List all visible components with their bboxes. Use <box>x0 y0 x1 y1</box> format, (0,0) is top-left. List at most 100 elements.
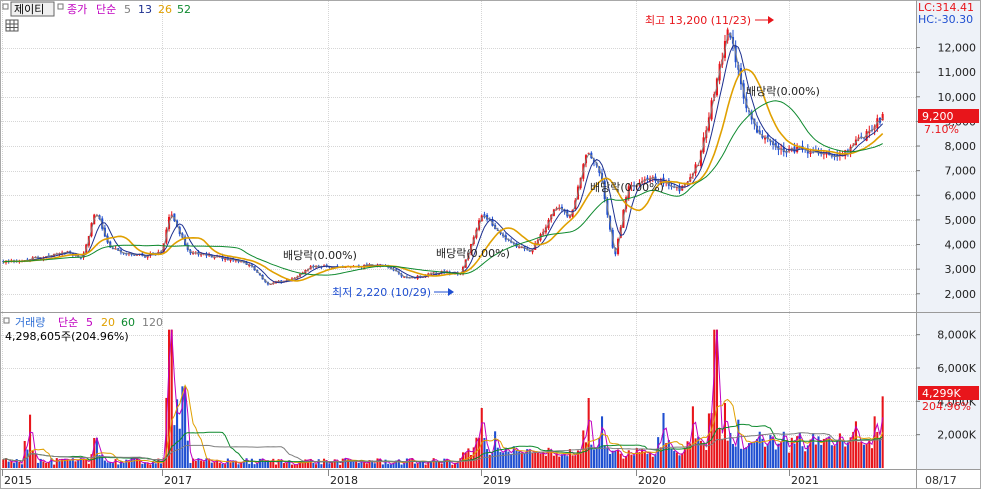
volume-bar <box>515 450 518 468</box>
volume-bar <box>21 464 24 468</box>
volume-bar <box>870 448 874 468</box>
table-grid-icon[interactable] <box>5 19 19 32</box>
volume-bar <box>523 453 526 468</box>
volume-bar <box>114 459 117 468</box>
volume-bar <box>58 460 61 468</box>
volume-bar <box>7 461 10 468</box>
price-change-text: 7.10% <box>924 123 959 136</box>
volume-bar <box>774 449 777 468</box>
simple-label: 단순 <box>96 3 116 16</box>
volume-bar <box>742 448 745 468</box>
volume-bar <box>619 453 622 468</box>
volume-bar <box>609 453 612 468</box>
volume-bar <box>606 447 609 468</box>
volume-bar <box>221 463 224 468</box>
volume-bar <box>365 463 368 468</box>
volume-bar <box>352 461 355 468</box>
volume-bar <box>750 441 753 468</box>
volume-bar <box>480 408 483 468</box>
volume-bar <box>486 449 489 468</box>
volume-bar <box>429 461 433 468</box>
volume-bar <box>574 455 577 468</box>
volume-bar <box>18 461 21 468</box>
volume-bar <box>753 441 756 468</box>
volume-tick-label: 2,000K <box>937 429 976 442</box>
volume-bar <box>560 454 563 468</box>
volume-bar <box>264 461 267 468</box>
low-text: 최저 2,220 (10/29) <box>332 286 431 299</box>
volume-bar <box>830 445 833 468</box>
vol-ma60-label: 60 <box>121 316 135 329</box>
ma5-label: 5 <box>124 3 131 16</box>
volume-bar <box>579 451 582 468</box>
volume-bar <box>53 464 56 468</box>
volume-bar <box>860 441 863 468</box>
price-tick-label: 3,000 <box>945 263 977 276</box>
volume-bar <box>2 459 5 468</box>
volume-bar <box>726 440 729 468</box>
volume-bar <box>862 444 865 468</box>
current-volume-text: 4,299K <box>922 387 961 400</box>
volume-bar <box>10 461 13 468</box>
volume-bar <box>705 449 708 468</box>
volume-bar <box>649 452 652 468</box>
volume-bar <box>852 431 855 468</box>
volume-bar <box>106 462 109 468</box>
volume-bar <box>857 442 860 468</box>
volume-bar <box>82 459 85 468</box>
volume-bar <box>798 432 801 468</box>
volume-bar <box>234 461 237 468</box>
volume-bar <box>820 444 823 468</box>
volume-bar <box>633 455 636 468</box>
volume-bar <box>173 425 176 468</box>
volume-bar <box>109 462 112 468</box>
x-tick-label: 2020 <box>638 474 666 487</box>
volume-bar <box>448 461 451 468</box>
volume-bar <box>34 454 37 468</box>
volume-bar <box>657 437 660 468</box>
volume-bar <box>718 428 721 468</box>
volume-bar <box>363 462 366 468</box>
dividend-label-2019: 배당락(0.00%) <box>436 247 510 260</box>
x-tick-label: 2021 <box>791 474 819 487</box>
volume-bar <box>208 459 211 468</box>
volume-bar <box>138 460 141 468</box>
volume-bar <box>103 460 106 468</box>
volume-bar <box>98 455 101 468</box>
volume-bar <box>424 464 427 468</box>
price-tick-label: 8,000 <box>945 140 977 153</box>
volume-label: 거래량 <box>15 316 45 329</box>
volume-bar <box>844 446 847 468</box>
volume-bar <box>159 463 163 468</box>
volume-bar <box>592 449 596 468</box>
volume-bar <box>603 445 606 468</box>
volume-bar <box>408 459 411 468</box>
volume-bar <box>788 452 791 468</box>
volume-bar <box>651 456 654 468</box>
ma52-label: 52 <box>177 3 191 16</box>
volume-bar <box>510 453 513 468</box>
volume-bar <box>85 459 88 468</box>
volume-bar <box>587 398 590 468</box>
volume-bar <box>793 443 796 468</box>
volume-tick-label: 8,000K <box>937 329 976 342</box>
volume-bar <box>681 453 684 468</box>
volume-bar <box>630 454 633 468</box>
vol-ma120-label: 120 <box>142 316 163 329</box>
volume-bar <box>528 449 531 468</box>
volume-bar <box>723 403 727 468</box>
volume-bar <box>673 451 676 468</box>
volume-bar <box>250 458 253 468</box>
volume-bar <box>229 462 232 468</box>
current-price-text: 9,200 <box>922 110 954 123</box>
volume-bar <box>873 416 876 468</box>
volume-bar <box>274 464 277 468</box>
volume-bar <box>662 413 665 468</box>
volume-bar <box>437 461 441 468</box>
volume-bar <box>87 463 90 468</box>
price-tick-label: 4,000 <box>945 239 977 252</box>
volume-bar <box>325 462 328 468</box>
volume-bar <box>622 458 625 468</box>
volume-bar <box>387 463 390 468</box>
volume-bar <box>95 438 98 468</box>
